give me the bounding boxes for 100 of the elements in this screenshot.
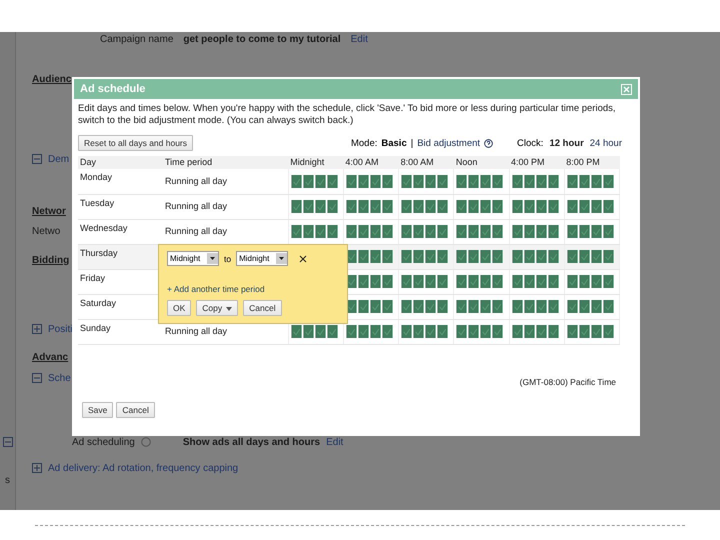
hour-cell[interactable] xyxy=(358,300,369,313)
hour-cell[interactable] xyxy=(413,275,424,288)
hour-cell[interactable] xyxy=(314,225,326,238)
hour-cell[interactable] xyxy=(382,325,393,338)
hour-cell[interactable] xyxy=(602,275,614,288)
hour-cell[interactable] xyxy=(358,250,369,263)
day-row[interactable]: Monday Running all day xyxy=(78,169,620,194)
hour-cell[interactable] xyxy=(382,250,393,263)
hour-cell[interactable] xyxy=(512,325,523,338)
hour-cell[interactable] xyxy=(602,174,614,188)
hour-cell[interactable] xyxy=(480,325,492,338)
hour-cell[interactable] xyxy=(425,300,436,313)
hour-cell[interactable] xyxy=(401,325,412,338)
hour-cell[interactable] xyxy=(358,174,369,188)
hour-cell[interactable] xyxy=(566,200,578,213)
hour-cell[interactable] xyxy=(437,225,448,238)
hour-cell[interactable] xyxy=(536,200,547,213)
hour-cell[interactable] xyxy=(314,174,326,188)
hour-cell[interactable] xyxy=(413,200,424,213)
hour-cell[interactable] xyxy=(512,300,523,313)
hour-cell[interactable] xyxy=(370,250,381,263)
hour-cell[interactable] xyxy=(468,300,480,313)
hour-cell[interactable] xyxy=(437,174,448,188)
hour-cell[interactable] xyxy=(590,174,602,188)
hour-cell[interactable] xyxy=(302,325,314,338)
hour-cell[interactable] xyxy=(578,300,590,313)
expand-icon[interactable] xyxy=(32,463,42,473)
hour-cell[interactable] xyxy=(326,325,338,338)
hour-cell[interactable] xyxy=(524,275,535,288)
hour-cell[interactable] xyxy=(290,325,302,338)
hour-cell[interactable] xyxy=(602,200,614,213)
hour-cell[interactable] xyxy=(548,300,559,313)
hour-cell[interactable] xyxy=(590,275,602,288)
hour-cell[interactable] xyxy=(602,300,614,313)
hour-cell[interactable] xyxy=(492,250,504,263)
hour-cell[interactable] xyxy=(370,300,381,313)
day-row[interactable]: Tuesday Running all day xyxy=(78,194,620,219)
hour-cell[interactable] xyxy=(437,325,448,338)
hour-cell[interactable] xyxy=(370,174,381,188)
hour-cell[interactable] xyxy=(512,200,523,213)
hour-cell[interactable] xyxy=(401,275,412,288)
clock-option[interactable]: 12 hour xyxy=(549,138,584,148)
hour-cell[interactable] xyxy=(512,275,523,288)
hour-cell[interactable] xyxy=(456,225,468,238)
hour-cell[interactable] xyxy=(536,225,547,238)
hour-cell[interactable] xyxy=(536,250,547,263)
hour-cell[interactable] xyxy=(382,300,393,313)
hour-cell[interactable] xyxy=(468,174,480,188)
hour-cell[interactable] xyxy=(536,325,547,338)
hour-cell[interactable] xyxy=(437,200,448,213)
hour-cell[interactable] xyxy=(382,275,393,288)
dialog-button[interactable]: Cancel xyxy=(116,402,155,418)
hour-cell[interactable] xyxy=(480,300,492,313)
hour-cell[interactable] xyxy=(302,174,314,188)
bid-adjustment-link[interactable]: Bid adjustment xyxy=(417,138,480,148)
hour-cell[interactable] xyxy=(524,325,535,338)
hour-cell[interactable] xyxy=(326,174,338,188)
hour-cell[interactable] xyxy=(468,275,480,288)
hour-cell[interactable] xyxy=(425,275,436,288)
hour-cell[interactable] xyxy=(492,275,504,288)
hour-cell[interactable] xyxy=(524,300,535,313)
hour-cell[interactable] xyxy=(480,174,492,188)
help-icon[interactable] xyxy=(484,138,494,148)
hour-cell[interactable] xyxy=(358,225,369,238)
hour-cell[interactable] xyxy=(566,250,578,263)
hour-cell[interactable] xyxy=(401,300,412,313)
hour-cell[interactable] xyxy=(346,174,357,188)
hour-cell[interactable] xyxy=(456,250,468,263)
hour-cell[interactable] xyxy=(590,325,602,338)
hour-cell[interactable] xyxy=(358,275,369,288)
hour-cell[interactable] xyxy=(602,225,614,238)
time-period[interactable]: Running all day xyxy=(164,226,227,236)
hour-cell[interactable] xyxy=(437,300,448,313)
hour-cell[interactable] xyxy=(548,325,559,338)
hour-cell[interactable] xyxy=(456,275,468,288)
popover-button[interactable]: Copy xyxy=(196,300,238,316)
hour-cell[interactable] xyxy=(468,250,480,263)
hour-cell[interactable] xyxy=(382,200,393,213)
hour-cell[interactable] xyxy=(370,225,381,238)
hour-cell[interactable] xyxy=(578,275,590,288)
hour-cell[interactable] xyxy=(370,275,381,288)
hour-cell[interactable] xyxy=(456,174,468,188)
hour-cell[interactable] xyxy=(314,325,326,338)
hour-cell[interactable] xyxy=(346,225,357,238)
hour-cell[interactable] xyxy=(413,174,424,188)
hour-cell[interactable] xyxy=(358,200,369,213)
hour-cell[interactable] xyxy=(358,325,369,338)
hour-cell[interactable] xyxy=(492,300,504,313)
hour-cell[interactable] xyxy=(602,250,614,263)
hour-cell[interactable] xyxy=(566,325,578,338)
hour-cell[interactable] xyxy=(425,250,436,263)
hour-cell[interactable] xyxy=(480,200,492,213)
hour-cell[interactable] xyxy=(413,325,424,338)
hour-cell[interactable] xyxy=(425,174,436,188)
hour-cell[interactable] xyxy=(401,174,412,188)
hour-cell[interactable] xyxy=(524,174,535,188)
hour-cell[interactable] xyxy=(413,300,424,313)
hour-cell[interactable] xyxy=(413,250,424,263)
hour-cell[interactable] xyxy=(578,174,590,188)
hour-cell[interactable] xyxy=(578,325,590,338)
